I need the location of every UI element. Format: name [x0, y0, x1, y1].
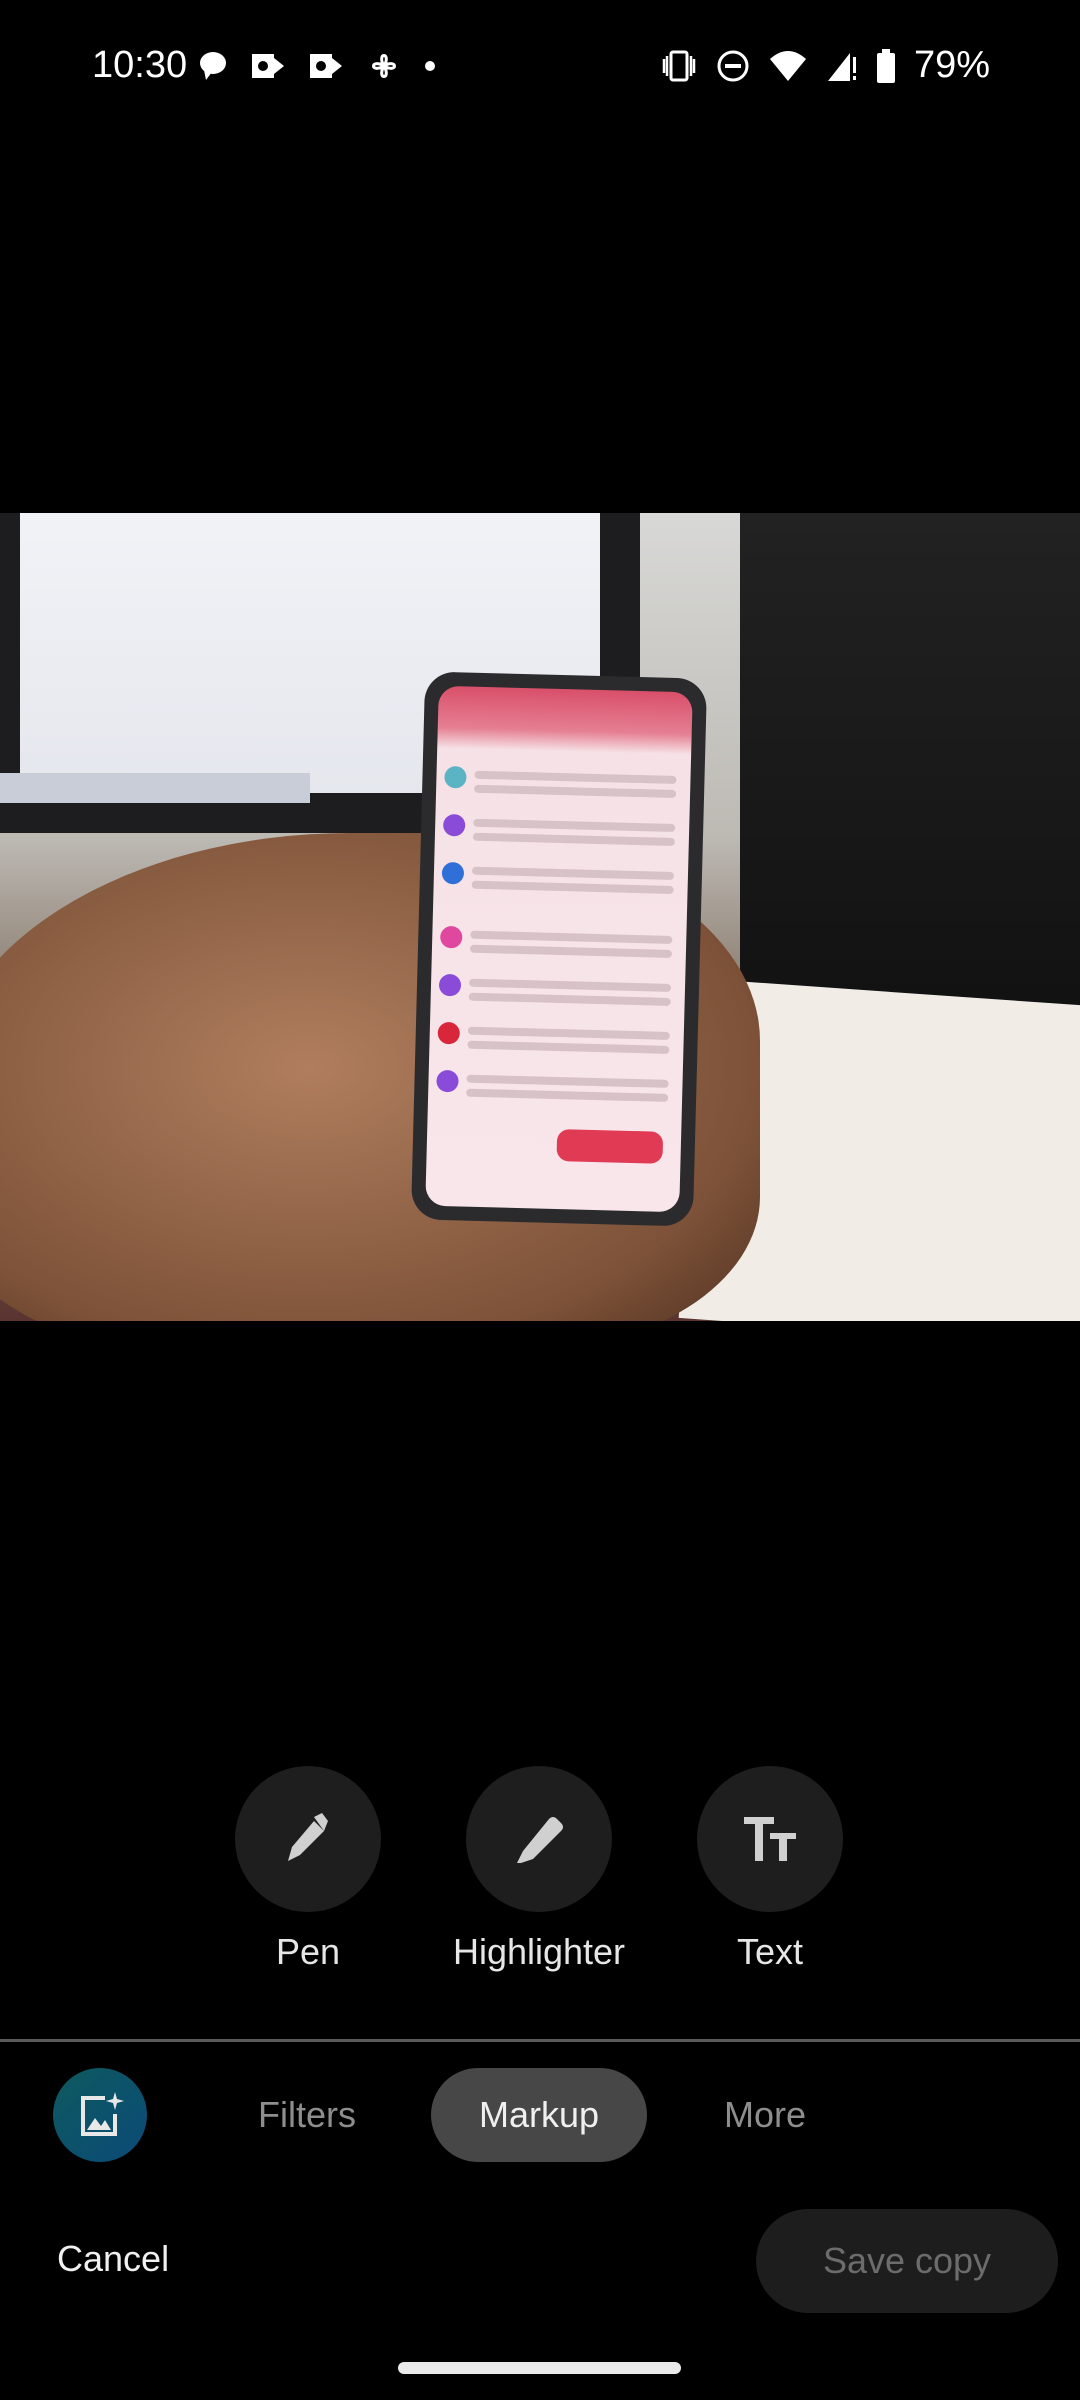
- highlighter-tool-button[interactable]: Highlighter: [453, 1766, 625, 1972]
- home-gesture-bar[interactable]: [398, 2362, 681, 2374]
- outlook-icon: [252, 54, 284, 78]
- signal-icon: [827, 52, 856, 81]
- vibrate-icon: [662, 50, 696, 81]
- photo-phone: [410, 671, 708, 1227]
- tab-markup[interactable]: Markup: [431, 2068, 647, 2162]
- pen-tool-button[interactable]: Pen: [235, 1766, 381, 1972]
- text-tool-button[interactable]: Text: [697, 1766, 843, 1972]
- photo-pc-case: [740, 513, 1080, 1033]
- dot-icon: [425, 61, 435, 71]
- chat-bubble-icon: [200, 52, 226, 80]
- divider: [0, 2039, 1080, 2042]
- save-copy-button[interactable]: Save copy: [756, 2209, 1058, 2313]
- battery-percent: 79%: [913, 44, 990, 86]
- magic-image-icon: [81, 2092, 124, 2136]
- magic-editor-button[interactable]: [53, 2068, 147, 2162]
- highlighter-icon: [517, 1817, 563, 1863]
- cancel-button[interactable]: Cancel: [57, 2238, 169, 2280]
- edited-photo[interactable]: [0, 513, 1080, 1321]
- highlighter-label: Highlighter: [452, 1931, 626, 1972]
- outlook-icon: [310, 54, 342, 78]
- tab-filters[interactable]: Filters: [240, 2068, 374, 2162]
- battery-icon: [876, 48, 895, 83]
- pen-icon: [288, 1813, 328, 1861]
- do-not-disturb-icon: [717, 50, 749, 81]
- wifi-icon: [769, 50, 806, 81]
- status-bar: 10:30 79%: [0, 0, 1080, 130]
- text-format-icon: [744, 1817, 796, 1861]
- tab-more[interactable]: More: [705, 2068, 825, 2162]
- text-label: Text: [736, 1931, 804, 1972]
- pen-label: Pen: [275, 1931, 341, 1972]
- pinwheel-icon: [372, 54, 396, 78]
- clock: 10:30: [92, 44, 188, 86]
